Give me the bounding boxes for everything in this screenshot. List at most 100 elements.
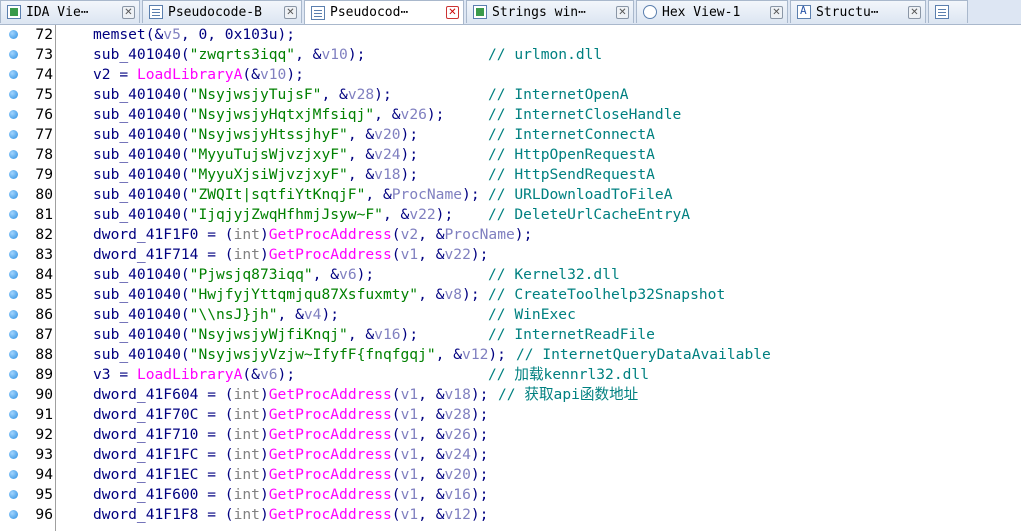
code-token: "NsyjwsjyVzjw~IfyfF{fnqfgqj" <box>189 346 436 363</box>
breakpoint-dot-icon[interactable] <box>9 470 18 479</box>
code-line[interactable]: 92 dword_41F710 = (int)GetProcAddress(v1,… <box>0 425 1021 445</box>
close-icon[interactable]: ✕ <box>616 5 629 19</box>
close-icon[interactable]: ✕ <box>284 5 297 19</box>
code-token: ); <box>400 166 419 183</box>
code-line[interactable]: 82 dword_41F1F0 = (int)GetProcAddress(v2,… <box>0 225 1021 245</box>
code-line[interactable]: 93 dword_41F1FC = (int)GetProcAddress(v1,… <box>0 445 1021 465</box>
code-text: memset(&v5, 0, 0x103u); <box>93 25 295 45</box>
code-line[interactable]: 86 sub_401040("\\nsJ}jh", &v4); // WinExec <box>0 305 1021 325</box>
close-icon[interactable]: ✕ <box>446 6 459 19</box>
line-number: 72 <box>35 26 53 43</box>
breakpoint-dot-icon[interactable] <box>9 190 18 199</box>
pseudocode-editor[interactable]: 72 memset(&v5, 0, 0x103u); 73 sub_401040("z… <box>0 25 1021 531</box>
breakpoint-dot-icon[interactable] <box>9 130 18 139</box>
code-token: , & <box>418 426 445 443</box>
code-token: ); <box>470 246 489 263</box>
code-token: , & <box>295 46 322 63</box>
tab-label: Structu⋯ <box>816 4 879 20</box>
breakpoint-dot-icon[interactable] <box>9 330 18 339</box>
code-token: GetProcAddress <box>268 466 392 483</box>
code-line[interactable]: 76 sub_401040("NsyjwsjyHqtxjMfsiqj", &v26… <box>0 105 1021 125</box>
breakpoint-dot-icon[interactable] <box>9 90 18 99</box>
breakpoint-dot-icon[interactable] <box>9 270 18 279</box>
code-line[interactable]: 72 memset(&v5, 0, 0x103u); <box>0 25 1021 45</box>
code-line[interactable]: 90 dword_41F604 = (int)GetProcAddress(v1,… <box>0 385 1021 405</box>
code-line[interactable]: 87 sub_401040("NsyjwsjyWjfiKnqj", &v16); /… <box>0 325 1021 345</box>
code-text: v2 = LoadLibraryA(&v10); <box>93 65 304 85</box>
code-line[interactable]: 73 sub_401040("zwqrts3iqq", &v10); // urlm… <box>0 45 1021 65</box>
code-token: ); <box>286 66 304 83</box>
code-line[interactable]: 84 sub_401040("Pjwsjq873iqq", &v6); // Ker… <box>0 265 1021 285</box>
code-token: "NsyjwsjyHqtxjMfsiqj" <box>189 106 375 123</box>
code-text: sub_401040("MyyuXjsiWjvzjxyF", &v18); <box>93 165 418 185</box>
breakpoint-dot-icon[interactable] <box>9 290 18 299</box>
code-comment: // InternetConnectA <box>488 126 655 143</box>
code-token: sub_401040( <box>93 186 190 203</box>
breakpoint-dot-icon[interactable] <box>9 490 18 499</box>
tab-3[interactable]: Strings win⋯ ✕ <box>466 0 634 23</box>
code-token: v18 <box>374 166 401 183</box>
code-line[interactable]: 77 sub_401040("NsyjwsjyHtssjhyF", &v20); /… <box>0 125 1021 145</box>
code-line[interactable]: 79 sub_401040("MyyuXjsiWjvzjxyF", &v18); /… <box>0 165 1021 185</box>
close-icon[interactable]: ✕ <box>770 5 783 19</box>
line-number: 81 <box>35 206 53 223</box>
tab-1[interactable]: Pseudocode-B ✕ <box>142 0 302 23</box>
code-token: ( <box>391 246 401 263</box>
tab-2[interactable]: Pseudocod⋯ ✕ <box>304 0 464 24</box>
line-number: 89 <box>35 366 53 383</box>
breakpoint-dot-icon[interactable] <box>9 210 18 219</box>
code-line[interactable]: 88 sub_401040("NsyjwsjyVzjw~IfyfF{fnqfgqj… <box>0 345 1021 365</box>
breakpoint-dot-icon[interactable] <box>9 30 18 39</box>
code-token: ); <box>462 286 480 303</box>
code-line[interactable]: 94 dword_41F1EC = (int)GetProcAddress(v1,… <box>0 465 1021 485</box>
breakpoint-dot-icon[interactable] <box>9 430 18 439</box>
breakpoint-dot-icon[interactable] <box>9 250 18 259</box>
code-line[interactable]: 89 v3 = LoadLibraryA(&v6); // 加载kennrl32.d… <box>0 365 1021 385</box>
breakpoint-dot-icon[interactable] <box>9 310 18 319</box>
code-line[interactable]: 78 sub_401040("MyyuTujsWjvzjxyF", &v24); /… <box>0 145 1021 165</box>
code-line[interactable]: 91 dword_41F70C = (int)GetProcAddress(v1,… <box>0 405 1021 425</box>
close-icon[interactable]: ✕ <box>908 5 921 19</box>
breakpoint-dot-icon[interactable] <box>9 390 18 399</box>
breakpoint-dot-icon[interactable] <box>9 70 18 79</box>
code-text: sub_401040("NsyjwsjyWjfiKnqj", &v16); <box>93 325 418 345</box>
breakpoint-dot-icon[interactable] <box>9 410 18 419</box>
code-line[interactable]: 80 sub_401040("ZWQIt|sqtfiYtKnqjF", &Proc… <box>0 185 1021 205</box>
breakpoint-dot-icon[interactable] <box>9 510 18 519</box>
code-comment: // HttpOpenRequestA <box>488 146 655 163</box>
code-token: GetProcAddress <box>268 426 392 443</box>
code-text: sub_401040("NsyjwsjyHqtxjMfsiqj", &v26); <box>93 105 444 125</box>
ida-view-icon <box>7 5 21 19</box>
code-line[interactable]: 75 sub_401040("NsyjwsjyTujsF", &v28); // I… <box>0 85 1021 105</box>
code-token: v18 <box>444 386 471 403</box>
breakpoint-dot-icon[interactable] <box>9 450 18 459</box>
breakpoint-dot-icon[interactable] <box>9 170 18 179</box>
code-line[interactable]: 85 sub_401040("HwjfyjYttqmjqu87Xsfuxmty",… <box>0 285 1021 305</box>
code-token: sub_401040( <box>93 306 190 323</box>
code-token: , & <box>347 146 375 163</box>
breakpoint-dot-icon[interactable] <box>9 230 18 239</box>
code-token: "NsyjwsjyWjfiKnqj" <box>189 326 348 343</box>
code-line[interactable]: 74 v2 = LoadLibraryA(&v10); <box>0 65 1021 85</box>
code-comment: // DeleteUrlCacheEntryA <box>488 206 691 223</box>
tab-0[interactable]: IDA Vie⋯ ✕ <box>0 0 140 23</box>
code-token: ); <box>470 446 489 463</box>
code-comment: // CreateToolhelp32Snapshot <box>488 286 726 303</box>
code-line[interactable]: 81 sub_401040("IjqjyjZwqHfhmjJsyw~F", &v2… <box>0 205 1021 225</box>
breakpoint-dot-icon[interactable] <box>9 110 18 119</box>
code-token: sub_401040( <box>93 106 190 123</box>
breakpoint-dot-icon[interactable] <box>9 50 18 59</box>
breakpoint-dot-icon[interactable] <box>9 350 18 359</box>
close-icon[interactable]: ✕ <box>122 5 135 19</box>
tab-6[interactable] <box>928 0 968 23</box>
code-line[interactable]: 83 dword_41F714 = (int)GetProcAddress(v1,… <box>0 245 1021 265</box>
line-number: 83 <box>35 246 53 263</box>
breakpoint-dot-icon[interactable] <box>9 370 18 379</box>
line-number: 92 <box>35 426 53 443</box>
tab-4[interactable]: Hex View-1 ✕ <box>636 0 788 23</box>
breakpoint-dot-icon[interactable] <box>9 150 18 159</box>
code-line[interactable]: 96 dword_41F1F8 = (int)GetProcAddress(v1,… <box>0 505 1021 525</box>
tab-label: Hex View-1 <box>662 4 741 20</box>
code-line[interactable]: 95 dword_41F600 = (int)GetProcAddress(v1,… <box>0 485 1021 505</box>
tab-5[interactable]: Structu⋯ ✕ <box>790 0 926 23</box>
